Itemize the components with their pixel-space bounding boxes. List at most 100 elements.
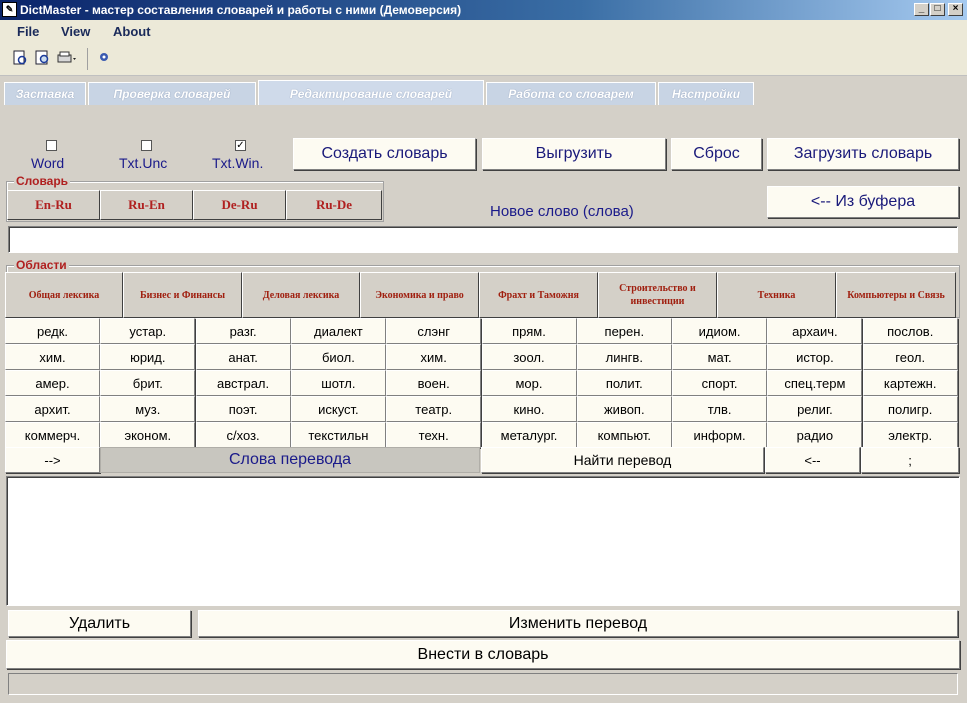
preview-icon[interactable]	[34, 50, 52, 68]
area-button[interactable]: Экономика и право	[360, 272, 479, 318]
subject-tag-button[interactable]: устар.	[100, 318, 196, 344]
menu-about[interactable]: About	[113, 24, 151, 39]
subject-tag-button[interactable]: архит.	[5, 396, 100, 422]
subject-tag-button[interactable]: полит.	[576, 370, 672, 396]
window-title: DictMaster - мастер составления словарей…	[20, 3, 462, 17]
lang-ru-de-button[interactable]: Ru-De	[286, 190, 382, 220]
subject-tag-button[interactable]: геол.	[862, 344, 958, 370]
export-button[interactable]: Выгрузить	[482, 138, 666, 170]
change-translation-button[interactable]: Изменить перевод	[198, 610, 958, 637]
subject-tag-button[interactable]: прям.	[481, 318, 577, 344]
new-word-label: Новое слово (слова)	[490, 203, 634, 220]
menu-view[interactable]: View	[61, 24, 90, 39]
subject-tag-button[interactable]: анат.	[195, 344, 291, 370]
subject-tag-button[interactable]: шотл.	[290, 370, 386, 396]
dictionary-group-label: Словарь	[14, 174, 71, 188]
subject-tag-button[interactable]: муз.	[100, 396, 196, 422]
create-dictionary-button[interactable]: Создать словарь	[293, 138, 476, 170]
subject-tag-button[interactable]: спец.терм	[767, 370, 863, 396]
subject-tag-button[interactable]: хим.	[386, 344, 482, 370]
subject-tag-button[interactable]: юрид.	[100, 344, 196, 370]
subject-tag-button[interactable]: австрал.	[195, 370, 291, 396]
areas-group-label: Области	[14, 258, 69, 272]
subject-tag-button[interactable]: биол.	[290, 344, 386, 370]
subject-tag-button[interactable]: диалект	[290, 318, 386, 344]
arrow-right-button[interactable]: -->	[5, 447, 100, 473]
txt-win-checkbox[interactable]: ✓	[235, 140, 246, 151]
subject-tag-button[interactable]: поэт.	[195, 396, 291, 422]
area-button[interactable]: Фрахт и Таможня	[479, 272, 598, 318]
subject-tag-button[interactable]: текстильн	[290, 422, 386, 448]
delete-button[interactable]: Удалить	[8, 610, 191, 637]
find-translation-button[interactable]: Найти перевод	[481, 447, 764, 473]
subject-tag-button[interactable]: тлв.	[672, 396, 768, 422]
subject-tag-button[interactable]: информ.	[672, 422, 768, 448]
load-dictionary-button[interactable]: Загрузить словарь	[767, 138, 959, 170]
subject-tag-button[interactable]: спорт.	[672, 370, 768, 396]
subject-tag-button[interactable]: редк.	[5, 318, 100, 344]
minimize-button[interactable]: _	[914, 3, 929, 16]
subject-tag-button[interactable]: техн.	[386, 422, 482, 448]
subject-tag-button[interactable]: эконом.	[100, 422, 196, 448]
subject-tag-button[interactable]: религ.	[767, 396, 863, 422]
subject-tag-button[interactable]: истор.	[767, 344, 863, 370]
reset-button[interactable]: Сброс	[671, 138, 762, 170]
subject-tag-button[interactable]: архаич.	[767, 318, 863, 344]
subject-tag-button[interactable]: живоп.	[576, 396, 672, 422]
subject-tag-button[interactable]: послов.	[862, 318, 958, 344]
print-icon[interactable]	[56, 50, 80, 68]
area-button[interactable]: Деловая лексика	[242, 272, 360, 318]
subject-tag-button[interactable]: зоол.	[481, 344, 577, 370]
txt-unc-label: Txt.Unc	[119, 155, 168, 171]
separator-button[interactable]: ;	[861, 447, 959, 473]
menu-file[interactable]: File	[17, 24, 39, 39]
tab-splash[interactable]: Заставка	[4, 82, 86, 105]
subject-tag-button[interactable]: хим.	[5, 344, 100, 370]
area-button[interactable]: Бизнес и Финансы	[123, 272, 242, 318]
settings-icon[interactable]	[95, 50, 113, 68]
subject-tag-button[interactable]: слэнг	[386, 318, 482, 344]
area-button[interactable]: Строительство и инвестиции	[598, 272, 717, 318]
lang-en-ru-button[interactable]: En-Ru	[7, 190, 100, 220]
subject-tag-button[interactable]: идиом.	[672, 318, 768, 344]
subject-tag-button[interactable]: кино.	[481, 396, 577, 422]
status-bar	[8, 673, 958, 695]
tab-settings[interactable]: Настройки	[658, 82, 754, 105]
tab-work-with-dictionary[interactable]: Работа со словарем	[486, 82, 656, 105]
subject-tag-button[interactable]: компьют.	[576, 422, 672, 448]
subject-tag-button[interactable]: мор.	[481, 370, 577, 396]
subject-tag-button[interactable]: радио	[767, 422, 863, 448]
subject-tag-button[interactable]: металург.	[481, 422, 577, 448]
maximize-button[interactable]: □	[930, 3, 945, 16]
lang-ru-en-button[interactable]: Ru-En	[100, 190, 193, 220]
subject-tag-button[interactable]: искуст.	[290, 396, 386, 422]
subject-tag-button[interactable]: полигр.	[862, 396, 958, 422]
txt-unc-checkbox[interactable]	[141, 140, 152, 151]
subject-tag-button[interactable]: амер.	[5, 370, 100, 396]
new-document-icon[interactable]	[11, 50, 29, 68]
subject-tag-button[interactable]: электр.	[862, 422, 958, 448]
subject-tag-button[interactable]: разг.	[195, 318, 291, 344]
close-button[interactable]: ×	[948, 3, 963, 16]
subject-tag-button[interactable]: перен.	[576, 318, 672, 344]
subject-tag-button[interactable]: коммерч.	[5, 422, 100, 448]
area-button[interactable]: Техника	[717, 272, 836, 318]
add-to-dictionary-button[interactable]: Внести в словарь	[6, 640, 960, 669]
subject-tag-button[interactable]: воен.	[386, 370, 482, 396]
word-checkbox[interactable]	[46, 140, 57, 151]
subject-tag-button[interactable]: театр.	[386, 396, 482, 422]
subject-tag-button[interactable]: брит.	[100, 370, 196, 396]
tab-check-dictionaries[interactable]: Проверка словарей	[88, 82, 256, 105]
area-button[interactable]: Компьютеры и Связь	[836, 272, 956, 318]
from-buffer-button[interactable]: <-- Из буфера	[767, 186, 959, 218]
subject-tag-button[interactable]: с/хоз.	[195, 422, 291, 448]
subject-tag-button[interactable]: картежн.	[862, 370, 958, 396]
tab-edit-dictionaries[interactable]: Редактирование словарей	[258, 80, 484, 106]
area-button[interactable]: Общая лексика	[5, 272, 123, 318]
new-word-input[interactable]	[8, 226, 958, 253]
arrow-left-button[interactable]: <--	[765, 447, 860, 473]
subject-tag-button[interactable]: лингв.	[576, 344, 672, 370]
subject-tag-button[interactable]: мат.	[672, 344, 768, 370]
translation-textarea[interactable]	[6, 476, 960, 606]
lang-de-ru-button[interactable]: De-Ru	[193, 190, 286, 220]
